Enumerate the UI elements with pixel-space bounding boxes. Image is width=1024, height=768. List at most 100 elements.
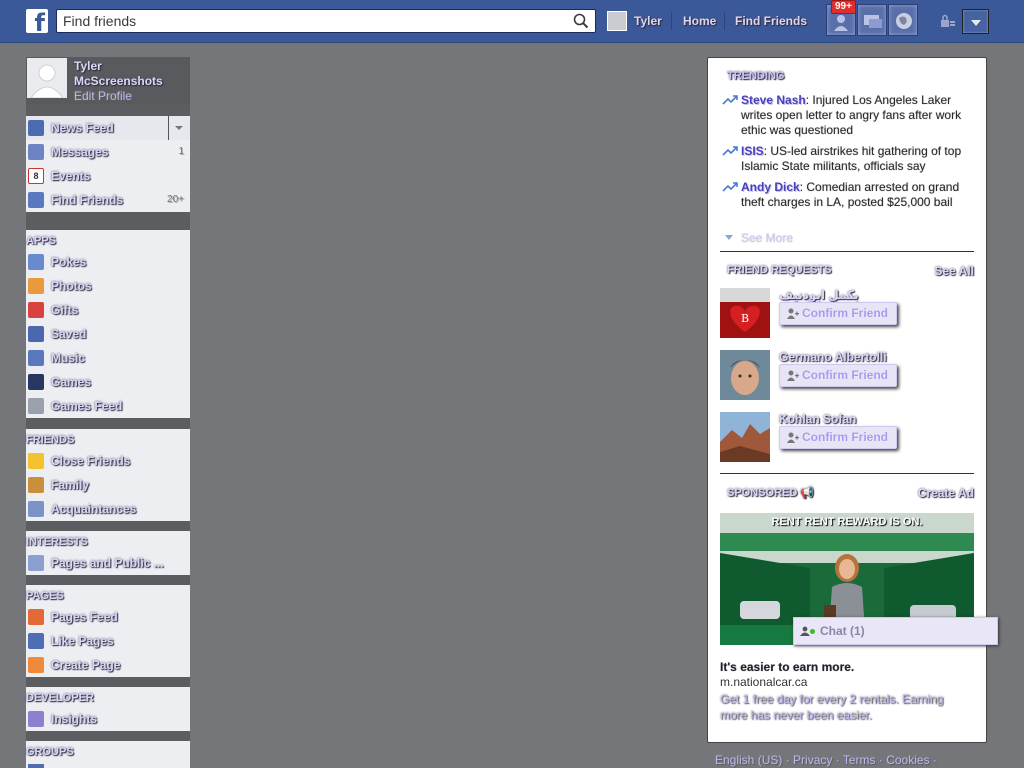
sidebar-item-label: Pages and Public ... [51, 556, 164, 570]
footer-privacy-link[interactable]: Privacy [793, 753, 832, 767]
footer-cookies-link[interactable]: Cookies [886, 753, 929, 767]
megaphone-icon [28, 609, 44, 625]
sidebar-item-create-page[interactable]: Create Page [26, 653, 190, 677]
section-heading-interests[interactable]: INTERESTS [26, 533, 190, 551]
confirm-friend-button[interactable]: Confirm Friend [779, 302, 897, 325]
sidebar-item-label: Close Friends [51, 454, 131, 468]
news-feed-icon [28, 120, 44, 136]
sidebar-item-events[interactable]: 8 Events [26, 164, 190, 188]
sidebar-item-label: Insights [51, 712, 98, 726]
sidebar-item-label: Music [51, 351, 86, 365]
confirm-friend-button[interactable]: Confirm Friend [779, 364, 897, 387]
sidebar-item-label: Find Friends [51, 193, 123, 207]
sidebar-item-acquaintances[interactable]: Acquaintances [26, 497, 190, 521]
sidebar-item-label: Photos [51, 279, 92, 293]
sidebar-item-find-friends[interactable]: Find Friends 20+ [26, 188, 190, 212]
add-friend-icon [787, 432, 799, 443]
trending-topic[interactable]: Andy Dick [741, 180, 800, 194]
section-heading-developer[interactable]: DEVELOPER [26, 689, 190, 707]
friend-request-name[interactable]: Kohlan Sofan [779, 412, 856, 426]
sidebar-item-insights[interactable]: Insights [26, 707, 190, 731]
search-input[interactable] [57, 10, 557, 32]
edit-profile-link[interactable]: Edit Profile [74, 89, 132, 103]
sidebar-item-saved[interactable]: Saved [26, 322, 190, 346]
profile-name[interactable]: Tyler McScreenshots [74, 59, 184, 89]
chevron-down-icon[interactable] [168, 116, 190, 140]
see-all-link[interactable]: See All [934, 264, 974, 278]
sidebar-item-gifts[interactable]: Gifts [26, 298, 190, 322]
ad-url[interactable]: m.nationalcar.ca [720, 675, 807, 689]
friend-request-photo[interactable] [720, 350, 770, 400]
sidebar-item-family[interactable]: Family [26, 473, 190, 497]
messages-icon [864, 15, 882, 28]
sidebar-item-news-feed[interactable]: News Feed [26, 116, 190, 140]
footer-language-link[interactable]: English (US) [715, 753, 782, 767]
messages-count: 1 [178, 146, 184, 157]
confirm-friend-button[interactable]: Confirm Friend [779, 426, 897, 449]
sidebar-item-games-feed[interactable]: Games Feed [26, 394, 190, 418]
facebook-logo-icon[interactable]: f [26, 9, 48, 33]
search-box[interactable] [56, 9, 596, 33]
sidebar-item-music[interactable]: Music [26, 346, 190, 370]
nav-find-friends-link[interactable]: Find Friends [735, 14, 807, 28]
sidebar-item-label: Games Feed [51, 399, 123, 413]
sidebar-item-pages-feed[interactable]: Pages Feed [26, 605, 190, 629]
section-heading-friends[interactable]: FRIENDS [26, 431, 190, 449]
notifications-jewel[interactable] [888, 4, 918, 36]
trending-item[interactable]: Andy Dick: Comedian arrested on grand th… [722, 180, 970, 210]
sidebar-item-label: Create Page [51, 658, 121, 672]
section-heading-pages[interactable]: PAGES [26, 587, 190, 605]
sidebar-item-messages[interactable]: Messages 1 [26, 140, 190, 164]
chat-tab[interactable]: Chat (1) [793, 617, 998, 645]
acquaintances-icon [28, 501, 44, 517]
sidebar-item-label: Gifts [51, 303, 79, 317]
left-sidebar: Tyler McScreenshots Edit Profile News Fe… [26, 57, 190, 768]
footer-separator: · [932, 753, 937, 767]
sidebar-item-photos[interactable]: Photos [26, 274, 190, 298]
section-heading-groups[interactable]: GROUPS [26, 743, 190, 761]
footer-links: English (US) · Privacy · Terms · Cookies… [715, 753, 937, 767]
ad-title[interactable]: It's easier to earn more. [720, 660, 854, 674]
sidebar-item-close-friends[interactable]: Close Friends [26, 449, 190, 473]
ad-description[interactable]: Get 1 free day for every 2 rentals. Earn… [720, 691, 964, 723]
trending-topic[interactable]: Steve Nash [741, 93, 806, 107]
sidebar-item-games[interactable]: Games [26, 370, 190, 394]
top-user-name[interactable]: Tyler [634, 14, 662, 28]
top-avatar[interactable] [607, 11, 627, 31]
add-friend-icon [787, 308, 799, 319]
trending-arrow-icon [722, 182, 738, 192]
trending-item[interactable]: Steve Nash: Injured Los Angeles Laker wr… [722, 93, 970, 138]
trending-text: : US-led airstrikes hit gathering of top… [741, 144, 962, 173]
gifts-icon [28, 302, 44, 318]
account-menu-button[interactable] [962, 9, 989, 34]
friend-request-photo[interactable]: B [720, 288, 770, 338]
privacy-lock-icon[interactable] [940, 13, 956, 29]
thumbs-up-icon [28, 633, 44, 649]
ad-image-text: RENT RENT REWARD IS ON. [771, 516, 923, 528]
sidebar-item-label: Saved [51, 327, 87, 341]
nav-home-link[interactable]: Home [683, 14, 716, 28]
messages-jewel[interactable] [857, 4, 887, 36]
friend-request-name[interactable]: Germano Albertolli [779, 350, 887, 364]
music-icon [28, 350, 44, 366]
sidebar-item-pokes[interactable]: Pokes [26, 250, 190, 274]
sidebar-item-pages-and-public[interactable]: Pages and Public ... [26, 551, 190, 575]
section-heading-apps[interactable]: APPS [26, 232, 190, 250]
person-icon [800, 626, 810, 636]
search-icon[interactable] [573, 13, 589, 29]
svg-text:B: B [741, 312, 749, 325]
footer-separator: · [878, 753, 883, 767]
trending-topic[interactable]: ISIS [741, 144, 764, 158]
friend-request-name[interactable]: بكمل ابودنيف [779, 288, 859, 302]
trending-item[interactable]: ISIS: US-led airstrikes hit gathering of… [722, 144, 970, 174]
saved-icon [28, 326, 44, 342]
create-ad-link[interactable]: Create Ad [918, 486, 974, 500]
games-icon [28, 374, 44, 390]
confirm-friend-label: Confirm Friend [802, 306, 888, 320]
sidebar-item-label: Family [51, 478, 90, 492]
sidebar-item-like-pages[interactable]: Like Pages [26, 629, 190, 653]
avatar[interactable] [27, 58, 67, 98]
footer-terms-link[interactable]: Terms [843, 753, 876, 767]
friend-request-photo[interactable] [720, 412, 770, 462]
see-more-link[interactable]: See More [722, 231, 970, 246]
